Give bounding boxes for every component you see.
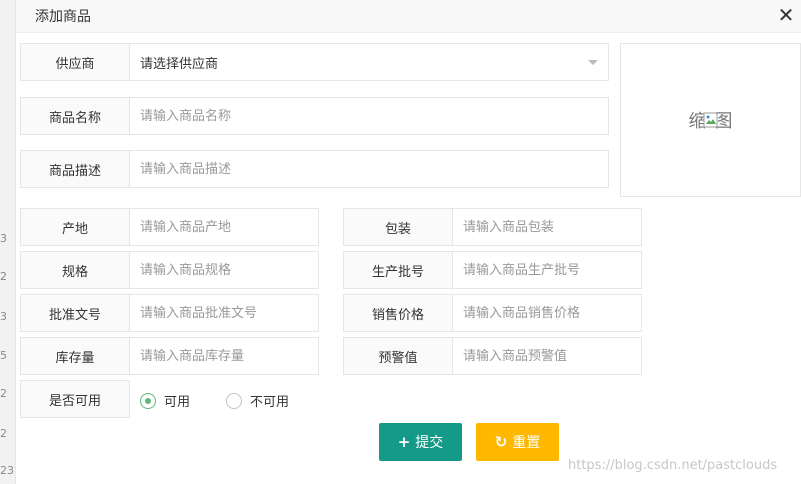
radio-checked-icon bbox=[140, 392, 156, 409]
supplier-label: 供应商 bbox=[21, 44, 130, 80]
bg-row-number: 23 bbox=[0, 464, 14, 477]
radio-available[interactable]: 可用 bbox=[140, 391, 190, 410]
broken-image-icon bbox=[703, 112, 719, 128]
stock-input[interactable] bbox=[130, 338, 318, 374]
spec-label: 规格 bbox=[21, 252, 130, 288]
thumbnail-preview[interactable]: 缩 图 bbox=[620, 43, 801, 197]
reset-button[interactable]: ↻ 重置 bbox=[476, 423, 559, 461]
packaging-input[interactable] bbox=[453, 209, 641, 245]
bg-row-number: 5 bbox=[0, 349, 7, 362]
origin-field: 产地 bbox=[20, 208, 319, 246]
supplier-selected-value: 请选择供应商 bbox=[140, 56, 219, 72]
sale-price-field: 销售价格 bbox=[343, 294, 642, 332]
supplier-select[interactable]: 请选择供应商 bbox=[130, 44, 608, 80]
sale-price-input[interactable] bbox=[453, 295, 641, 331]
radio-unavailable-label: 不可用 bbox=[250, 395, 290, 410]
stock-field: 库存量 bbox=[20, 337, 319, 375]
approval-number-input[interactable] bbox=[130, 295, 318, 331]
sale-price-label: 销售价格 bbox=[344, 295, 453, 331]
bg-row-number: 2 bbox=[0, 270, 7, 283]
submit-button-label: 提交 bbox=[415, 435, 444, 451]
approval-number-label: 批准文号 bbox=[21, 295, 130, 331]
packaging-field: 包装 bbox=[343, 208, 642, 246]
batch-number-input[interactable] bbox=[453, 252, 641, 288]
dialog-title: 添加商品 bbox=[35, 9, 91, 25]
packaging-label: 包装 bbox=[344, 209, 453, 245]
warning-value-field: 预警值 bbox=[343, 337, 642, 375]
watermark-text: https://blog.csdn.net/pastclouds bbox=[568, 458, 778, 473]
radio-unavailable[interactable]: 不可用 bbox=[226, 391, 289, 410]
bg-row-number: 3 bbox=[0, 232, 7, 245]
radio-unchecked-icon bbox=[226, 392, 242, 409]
bg-row-number: 2 bbox=[0, 387, 7, 400]
plus-icon: + bbox=[397, 433, 411, 451]
spec-input[interactable] bbox=[130, 252, 318, 288]
approval-number-field: 批准文号 bbox=[20, 294, 319, 332]
warning-value-input[interactable] bbox=[453, 338, 641, 374]
radio-available-label: 可用 bbox=[164, 395, 191, 410]
close-icon[interactable]: ✕ bbox=[775, 2, 797, 28]
stock-label: 库存量 bbox=[21, 338, 130, 374]
batch-number-field: 生产批号 bbox=[343, 251, 642, 289]
add-product-dialog: 添加商品 ✕ 供应商 请选择供应商 商品名称 商品描述 缩 图 产地 bbox=[16, 0, 801, 484]
origin-label: 产地 bbox=[21, 209, 130, 245]
spec-field: 规格 bbox=[20, 251, 319, 289]
bg-row-number: 3 bbox=[0, 310, 7, 323]
availability-label: 是否可用 bbox=[20, 380, 130, 418]
supplier-select-field: 供应商 请选择供应商 bbox=[20, 43, 609, 81]
refresh-icon: ↻ bbox=[494, 433, 508, 451]
product-name-input[interactable] bbox=[130, 98, 608, 134]
bg-row-number: 2 bbox=[0, 427, 7, 440]
chevron-down-icon bbox=[588, 60, 598, 65]
batch-number-label: 生产批号 bbox=[344, 252, 453, 288]
product-name-label: 商品名称 bbox=[21, 98, 130, 134]
product-desc-label: 商品描述 bbox=[21, 151, 130, 187]
submit-button[interactable]: + 提交 bbox=[379, 423, 462, 461]
product-desc-input[interactable] bbox=[130, 151, 608, 187]
origin-input[interactable] bbox=[130, 209, 318, 245]
background-page-strip: 3 2 3 5 2 2 23 bbox=[0, 0, 16, 484]
product-desc-field: 商品描述 bbox=[20, 150, 609, 188]
reset-button-label: 重置 bbox=[512, 435, 541, 451]
warning-value-label: 预警值 bbox=[344, 338, 453, 374]
product-name-field: 商品名称 bbox=[20, 97, 609, 135]
dialog-header: 添加商品 ✕ bbox=[16, 0, 801, 33]
